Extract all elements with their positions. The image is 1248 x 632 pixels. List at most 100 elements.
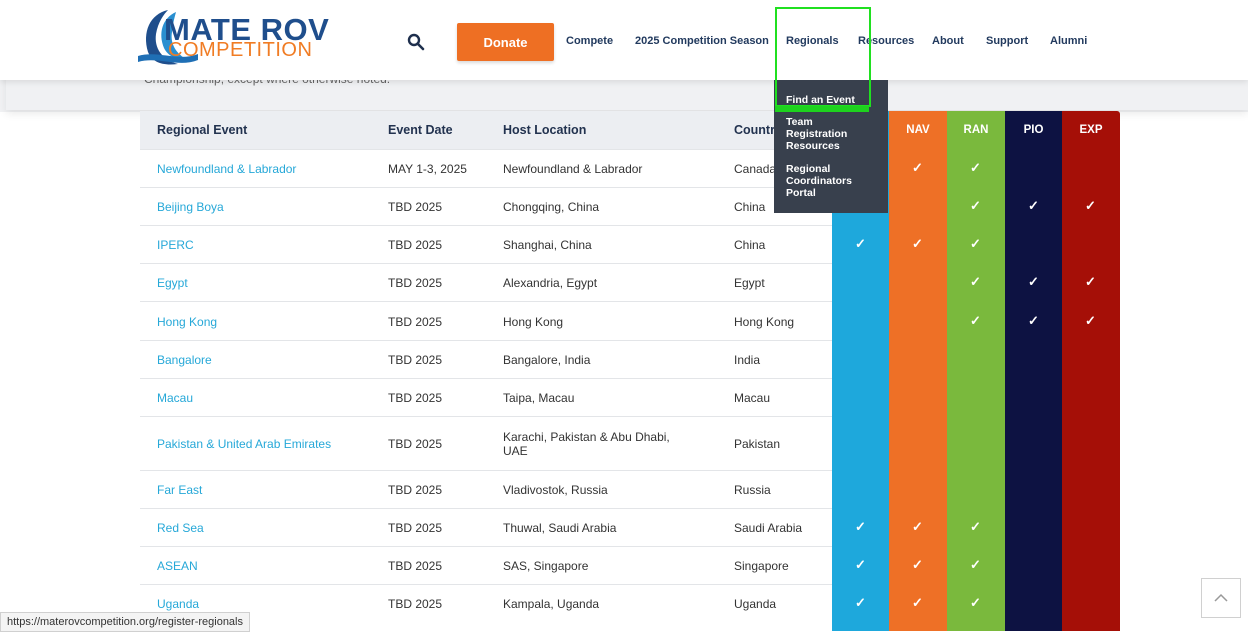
event-date: TBD 2025 [388,238,443,252]
table-row: Hong Kong TBD 2025 Hong Kong Hong Kong [140,301,832,341]
event-link[interactable]: Newfoundland & Labrador [157,162,296,176]
site-header: MATE ROV COMPETITION Donate Compete 2025… [0,0,1248,80]
check-icon: ✓ [855,236,866,251]
nav-regionals[interactable]: Regionals [786,35,839,47]
event-link[interactable]: Macau [157,391,193,405]
event-link[interactable]: Far East [157,483,202,497]
class-column-exp [1062,111,1120,631]
check-icon: ✓ [1085,312,1096,328]
event-date: TBD 2025 [388,559,443,573]
check-icon: ✓ [1085,198,1096,213]
nav-competition-season[interactable]: 2025 Competition Season [635,35,769,47]
table-row: Pakistan & United Arab Emirates TBD 2025 K… [140,416,832,471]
scroll-to-top-button[interactable] [1201,578,1241,618]
header-host-location: Host Location [503,123,587,137]
check-icon: ✓ [970,312,981,328]
chevron-up-icon [1214,593,1228,602]
event-link[interactable]: Beijing Boya [157,200,224,214]
event-date: TBD 2025 [388,483,443,497]
event-date: TBD 2025 [388,314,443,329]
check-icon: ✓ [1085,274,1096,289]
table-row: Newfoundland & Labrador MAY 1-3, 2025 Newf… [140,149,832,188]
check-icon: ✓ [855,519,866,534]
host-location: Karachi, Pakistan & Abu Dhabi, UAE [503,430,670,458]
focus-highlight-bar [775,106,869,112]
menu-item-regional-coordinators-portal[interactable]: Regional Coordinators Portal [786,163,866,199]
check-icon: ✓ [912,595,923,610]
check-icon: ✓ [970,160,981,175]
check-icon: ✓ [1028,274,1039,289]
nav-about[interactable]: About [932,35,964,47]
check-icon: ✓ [1028,198,1039,213]
event-date: TBD 2025 [388,200,443,214]
country: Pakistan [734,437,781,451]
country: Canada [734,162,777,176]
host-location: Shanghai, China [503,238,592,252]
event-link[interactable]: Bangalore [157,353,212,367]
host-location: SAS, Singapore [503,559,589,573]
nav-alumni[interactable]: Alumni [1050,35,1087,47]
logo-subtitle: COMPETITION [168,39,313,61]
country: Uganda [734,597,777,611]
header-regional-event: Regional Event [157,123,248,137]
event-link[interactable]: IPERC [157,238,194,252]
event-date: TBD 2025 [388,391,443,405]
nav-compete[interactable]: Compete [566,35,613,47]
check-icon: ✓ [970,557,981,572]
search-icon[interactable] [407,33,425,51]
event-date: TBD 2025 [388,276,443,290]
table-row: Bangalore TBD 2025 Bangalore, India India [140,340,832,379]
table-row: Macau TBD 2025 Taipa, Macau Macau [140,378,832,417]
event-link[interactable]: ASEAN [157,559,198,573]
check-icon: ✓ [855,595,866,610]
donate-button[interactable]: Donate [457,23,554,61]
table-row: Egypt TBD 2025 Alexandria, Egypt Egypt [140,263,832,302]
check-icon: ✓ [912,236,923,251]
table-row: ASEAN TBD 2025 SAS, Singapore Singapore [140,546,832,585]
table-row: Far East TBD 2025 Vladivostok, Russia Russi… [140,470,832,509]
country: Saudi Arabia [734,521,803,535]
header-ran: RAN [963,124,989,136]
check-icon: ✓ [912,519,923,534]
site-logo[interactable]: MATE ROV COMPETITION [138,4,329,68]
check-icon: ✓ [970,274,981,289]
event-link[interactable]: Hong Kong [157,315,217,329]
host-location: Thuwal, Saudi Arabia [503,521,617,535]
host-location: Chongqing, China [503,200,600,214]
event-link[interactable]: Pakistan & United Arab Emirates [157,437,331,451]
table-header-row: Regional Event Event Date Host Location … [140,111,832,149]
country: Russia [734,483,771,497]
check-icon: ✓ [970,198,981,213]
host-location: Taipa, Macau [503,391,575,405]
check-icon: ✓ [912,160,923,175]
country: Singapore [734,559,789,573]
header-exp: EXP [1079,124,1103,136]
table-row: Red Sea TBD 2025 Thuwal, Saudi Arabia Saudi… [140,508,832,547]
host-location: Vladivostok, Russia [503,483,608,497]
menu-item-team-registration-resources[interactable]: Team Registration Resources [786,116,866,152]
header-pio: PIO [1023,124,1044,136]
class-column-nav [889,111,947,631]
check-icon: ✓ [970,595,981,610]
event-link[interactable]: Red Sea [157,521,204,535]
event-link[interactable]: Egypt [157,276,188,290]
event-date: TBD 2025 [388,597,443,611]
class-column-pio [1005,111,1062,631]
menu-item-find-an-event[interactable]: Find an Event [786,94,855,106]
check-icon: ✓ [912,557,923,572]
header-nav: NAV [906,124,930,136]
host-location: Alexandria, Egypt [503,276,598,290]
nav-support[interactable]: Support [986,35,1028,47]
event-date: MAY 1-3, 2025 [388,162,467,176]
country: Egypt [734,276,765,290]
host-location: Newfoundland & Labrador [503,162,643,176]
class-column-ran [947,111,1005,631]
table-row: Beijing Boya TBD 2025 Chongqing, China Chin… [140,187,832,226]
table-row: IPERC TBD 2025 Shanghai, China China [140,225,832,264]
country: India [734,353,761,367]
nav-resources[interactable]: Resources [858,35,914,47]
event-link[interactable]: Uganda [157,597,199,611]
host-location: Hong Kong [503,314,564,329]
status-bar-url: https://materovcompetition.org/register-… [0,612,250,632]
check-icon: ✓ [970,519,981,534]
